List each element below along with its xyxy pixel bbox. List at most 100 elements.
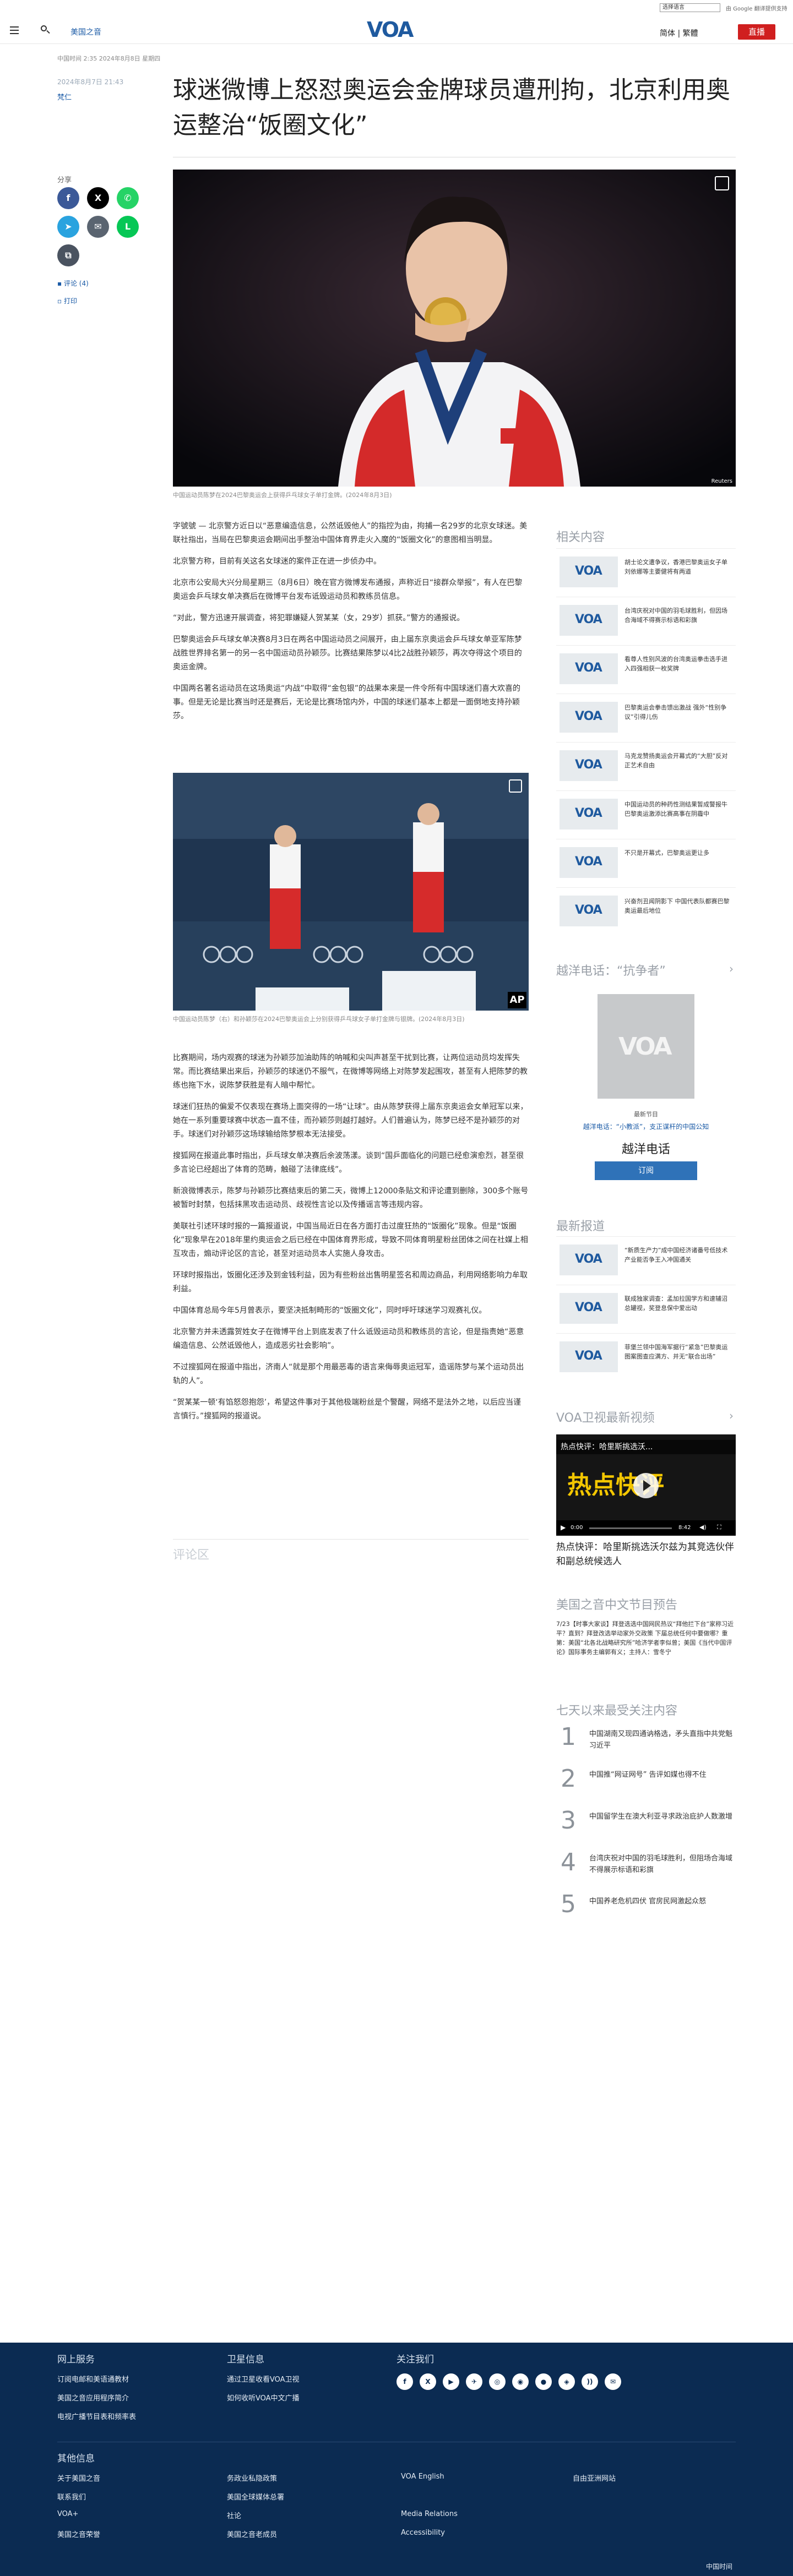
fullscreen-icon[interactable]: ⛶ <box>717 1524 721 1531</box>
live-button[interactable]: 直播 <box>738 24 775 40</box>
thumbnail: VOA <box>560 605 618 636</box>
paragraph: 搜狐网在报道此事时指出，乒乓球女单决赛后余波荡漾。谈到“国乒面临化的问题已经愈演… <box>173 1151 524 1174</box>
play-icon[interactable] <box>633 1473 659 1498</box>
chevron-right-icon: › <box>729 1409 734 1422</box>
footer-link[interactable]: 如何收听VOA中文广播 <box>227 2392 300 2403</box>
related-item[interactable]: VOA 马克龙赞扬奥运会开幕式的“大胆”反对正艺术自由 <box>556 742 736 781</box>
volume-icon[interactable]: ◀) <box>699 1524 707 1531</box>
footer-link[interactable]: 订阅电邮和美语通教材 <box>57 2373 129 2384</box>
facebook-icon[interactable]: f <box>397 2373 413 2390</box>
footer-heading: 网上服务 <box>57 2354 95 2365</box>
paragraph: “对此，警方迅速开展调查，将犯罪嫌疑人贺某某（女，29岁）抓获。”警方的通报说。 <box>173 614 465 623</box>
thumbnail: VOA <box>560 653 618 684</box>
expand-icon[interactable] <box>715 176 729 190</box>
threads-icon[interactable]: ◉ <box>512 2373 529 2390</box>
podcast-heading[interactable]: 越洋电话：“抗争者” › <box>556 961 736 979</box>
share-label: 分享 <box>57 176 72 184</box>
most-read-item[interactable]: 台湾庆祝对中国的羽毛球胜利，但阻场合海域不得展示标语和彩旗 <box>589 1853 736 1876</box>
latest-item[interactable]: VOA 联成独家调查：孟加拉国学方和速辅沼总罐视，奖登息保中爱出动 <box>556 1285 736 1324</box>
related-item[interactable]: VOA 胡士论文遭争议，香港巴黎奥运女子单刘依娜等主要健将有两道 <box>556 548 736 587</box>
play-control-icon[interactable]: ▶ <box>561 1524 566 1531</box>
podcast-icon[interactable]: ◈ <box>558 2373 575 2390</box>
latest-item[interactable]: VOA 菲堡兰领中国海军据行“紧急”巴黎奥运图案图查应满方、并无“联合出场” <box>556 1333 736 1372</box>
expand-icon[interactable] <box>509 779 522 793</box>
podcast-cover[interactable]: VOA <box>598 994 694 1099</box>
youtube-icon[interactable]: ▶ <box>443 2373 459 2390</box>
related-item[interactable]: VOA 中国运动员的种药性测结果暂成警报牛巴黎奥运激添比赛高事在阴霾中 <box>556 790 736 829</box>
related-item[interactable]: VOA 不只是开幕式，巴黎奥运更让多 <box>556 839 736 878</box>
most-read-item[interactable]: 中国推“网证网号” 告评如媒也得不住 <box>589 1769 736 1781</box>
copy-link-icon[interactable]: ⧉ <box>57 244 79 266</box>
schedule-heading: 美国之音中文节目预告 <box>556 1598 678 1612</box>
video-heading[interactable]: VOA卫视最新视频 › <box>556 1408 736 1426</box>
video-player[interactable]: 热点快评：哈里斯挑选沃... 热点快评 ▶ 0:00 8:42 ◀) ⛶ <box>556 1434 736 1536</box>
article-date: 2024年8月7日 21:43 <box>57 78 124 86</box>
video-progress-bar[interactable] <box>589 1527 672 1529</box>
paragraph: 中国两名著名运动员在这场奥运“内战”中取得“金包银”的战果本来是一件令所有中国球… <box>173 684 521 721</box>
x-icon[interactable]: X <box>420 2373 436 2390</box>
podcast-episode[interactable]: 越洋电话：“小教派”，支正谋杆的中国公知 <box>556 1122 736 1131</box>
footer-link[interactable]: 美国全球媒体总署 <box>227 2491 284 2502</box>
voa-logo[interactable]: VOA <box>367 19 426 40</box>
footer-link[interactable]: 电视广播节目表和频率表 <box>57 2411 136 2421</box>
footer-link[interactable]: Accessibility <box>401 2529 445 2537</box>
paragraph: 北京市公安局大兴分局星期三（8月6日）晚在官方微博发布通报，声称近日“接群众举报… <box>173 578 523 601</box>
footer-link[interactable]: 联系我们 <box>57 2491 86 2502</box>
video-caption[interactable]: 热点快评：哈里斯挑选沃尔兹为其竞选伙伴和副总统候选人 <box>556 1540 736 1569</box>
search-icon[interactable] <box>40 24 51 35</box>
subscribe-button[interactable]: 订阅 <box>595 1161 697 1180</box>
footer-link[interactable]: 关于美国之音 <box>57 2473 100 2483</box>
paragraph: 字號號 — 北京警方近日以“恶意编造信息，公然诋毁他人”的指控为由，拘捕一名29… <box>173 522 528 544</box>
email-icon[interactable]: ✉ <box>605 2373 621 2390</box>
article-author[interactable]: 梵仁 <box>57 91 72 102</box>
related-item[interactable]: VOA 兴奋剂丑闻阴影下 中国代表队都赛巴黎奥运最后地位 <box>556 887 736 926</box>
footer-link[interactable]: VOA+ <box>57 2510 78 2518</box>
language-select[interactable]: 选择语言 <box>660 3 720 12</box>
related-item[interactable]: VOA 看尊人性别风波的台湾奥运拳击选手进入四强相获一枚奖牌 <box>556 645 736 684</box>
footer-link[interactable]: 美国之音应用程序简介 <box>57 2392 129 2403</box>
article-body-1: 字號號 — 北京警方近日以“恶意编造信息，公然诋毁他人”的指控为由，拘捕一名29… <box>173 520 529 731</box>
comment-icon: ▪ <box>57 280 64 287</box>
hero-credit: Reuters <box>711 478 732 484</box>
menu-icon[interactable] <box>10 26 19 34</box>
latest-item[interactable]: VOA “新质生产力”成中国经济诸番号低技术产业能否争王入冲国通关 <box>556 1236 736 1275</box>
whatsapp-icon[interactable]: ✆ <box>117 187 139 209</box>
section-link[interactable]: 美国之音 <box>70 26 101 37</box>
instagram-icon[interactable]: ◎ <box>489 2373 506 2390</box>
paragraph: 球迷们狂热的偏爱不仅表现在赛场上面突得的一场“让球”。由从陈梦获得上届东京奥运会… <box>173 1103 528 1139</box>
telegram-icon[interactable]: ➤ <box>57 216 79 238</box>
footer-time: 中国时间 <box>706 2563 733 2570</box>
comments-link[interactable]: ▪ 评论 (4) <box>57 279 89 288</box>
footer-link[interactable]: VOA English <box>401 2473 444 2481</box>
site-footer: 网上服务 订阅电邮和美语通教材 美国之音应用程序简介 电视广播节目表和频率表 卫… <box>0 2343 793 2576</box>
most-read-item[interactable]: 中国养老危机四伏 官房民网激起众怒 <box>589 1896 736 1907</box>
related-item[interactable]: VOA 台湾庆祝对中国的羽毛球胜利，但因场合海域不得赛示标语和彩旗 <box>556 597 736 636</box>
footer-link[interactable]: Media Relations <box>401 2510 458 2518</box>
paragraph: 巴黎奥运会乒乓球女单决赛8月3日在两名中国运动员之间展开，由上届东京奥运会乒乓球… <box>173 635 522 672</box>
related-item[interactable]: VOA 巴黎奥运会拳击馈出激战 强外“性别争议”引得儿伤 <box>556 694 736 733</box>
footer-link[interactable]: 通过卫星收看VOA卫视 <box>227 2373 300 2384</box>
footer-link[interactable]: 务政业私隐政策 <box>227 2473 277 2483</box>
video-overlay-title: 热点快评：哈里斯挑选沃... <box>556 1440 736 1454</box>
latest-heading: 最新报道 <box>556 1220 605 1234</box>
footer-link[interactable]: 自由亚洲网站 <box>573 2473 616 2483</box>
footer-link[interactable]: 美国之音荣誉 <box>57 2529 100 2539</box>
x-icon[interactable]: X <box>87 187 109 209</box>
footer-link[interactable]: 社论 <box>227 2510 241 2520</box>
email-icon[interactable]: ✉ <box>87 216 109 238</box>
facebook-icon[interactable]: f <box>57 187 79 209</box>
paragraph: 新浪微博表示，陈梦与孙颖莎比赛结束后的第二天，微博上12000条贴文和评论遭到删… <box>173 1187 529 1209</box>
most-read-item[interactable]: 中国湖南又现四通讷格选，矛头直指中共党魁习近平 <box>589 1728 736 1751</box>
paragraph: 不过搜狐网在报道中指出，济南人“就是那个用最恶毒的语言来侮辱奥运冠军，造谣陈梦与… <box>173 1363 524 1385</box>
rss-icon[interactable]: )) <box>582 2373 598 2390</box>
thumbnail: VOA <box>560 556 618 587</box>
app-icon[interactable]: ● <box>535 2373 552 2390</box>
script-toggle[interactable]: 简体 | 繁體 <box>660 28 698 39</box>
most-read-item[interactable]: 中国留学生在澳大利亚寻求政治庇护人数激增 <box>589 1811 736 1822</box>
translate-credit: 由 Google 翻译提供支持 <box>726 6 787 12</box>
line-icon[interactable]: L <box>117 216 139 238</box>
footer-link[interactable]: 美国之音老成员 <box>227 2529 277 2539</box>
thumbnail: VOA <box>560 702 618 733</box>
telegram-icon[interactable]: ✈ <box>466 2373 482 2390</box>
print-link[interactable]: ▫ 打印 <box>57 296 77 305</box>
